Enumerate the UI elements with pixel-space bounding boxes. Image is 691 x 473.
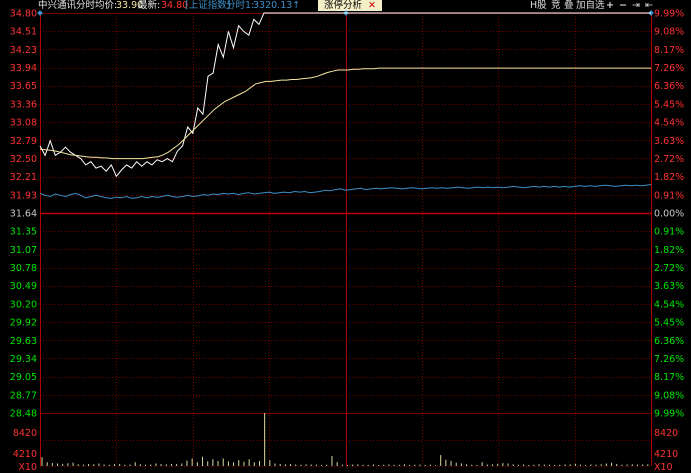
volume-tick-label-left: 4210 — [13, 449, 37, 460]
percent-tick-label: 2.72% — [654, 263, 684, 274]
price-tick-label: 31.07 — [10, 245, 37, 256]
price-tick-label: 32.79 — [10, 136, 37, 147]
price-tick-label: 34.51 — [10, 27, 37, 38]
price-tick-label: 33.94 — [10, 63, 37, 74]
price-tick-label: 29.92 — [10, 318, 37, 329]
chart-grid — [37, 10, 654, 467]
percent-tick-label: 3.63% — [654, 136, 684, 147]
price-line — [39, 12, 651, 178]
price-tick-label: 34.23 — [10, 45, 37, 56]
percent-tick-label: 4.54% — [654, 299, 684, 310]
percent-tick-label: 7.26% — [654, 354, 684, 365]
volume-tick-label-right: 4210 — [654, 449, 678, 460]
percent-tick-label: 0.91% — [654, 227, 684, 238]
percent-tick-label: 4.54% — [654, 118, 684, 129]
percent-tick-label: 9.08% — [654, 27, 684, 38]
price-tick-label: 28.77 — [10, 390, 37, 401]
price-tick-label: 29.34 — [10, 354, 37, 365]
price-tick-label: 33.08 — [10, 118, 37, 129]
price-tick-label: 34.80 — [10, 9, 37, 20]
volume-tick-label-right: X10 — [654, 462, 673, 473]
index-line — [39, 184, 652, 199]
volume-tick-label-right: 8420 — [654, 428, 678, 439]
price-tick-label: 30.78 — [10, 263, 37, 274]
percent-tick-label: 3.63% — [654, 281, 684, 292]
percent-axis-right: 9.99% 9.08% 8.17% 7.26% 6.36% 5.45% 4.54% 3.63%… — [654, 9, 684, 420]
percent-tick-label: 9.99% — [654, 409, 684, 420]
price-tick-label: 33.65 — [10, 81, 37, 92]
percent-tick-label: 8.17% — [654, 45, 684, 56]
price-tick-label: 28.48 — [10, 409, 37, 420]
percent-tick-label: 7.26% — [654, 63, 684, 74]
price-tick-label: 32.50 — [10, 154, 37, 165]
percent-tick-label: 2.72% — [654, 154, 684, 165]
percent-tick-label: 1.82% — [654, 172, 684, 183]
price-tick-label: 31.93 — [10, 190, 37, 201]
time-marker-icon — [37, 10, 43, 16]
percent-tick-label: 6.36% — [654, 81, 684, 92]
percent-tick-label: 5.45% — [654, 318, 684, 329]
percent-tick-label: 8.17% — [654, 372, 684, 383]
price-tick-label: 31.64 — [10, 209, 37, 220]
price-tick-label: 32.21 — [10, 172, 37, 183]
intraday-chart[interactable]: 34.80 34.51 34.23 33.94 33.65 33.36 33.08 32.79… — [0, 0, 691, 473]
percent-tick-label: 1.82% — [654, 245, 684, 256]
volume-tick-label-left: X10 — [18, 462, 37, 473]
avg-price-line — [39, 67, 651, 160]
volume-bars — [41, 413, 649, 466]
volume-tick-label-left: 8420 — [13, 428, 37, 439]
price-lines — [39, 12, 652, 199]
price-tick-label: 29.63 — [10, 336, 37, 347]
price-tick-label: 29.05 — [10, 372, 37, 383]
percent-tick-label: 6.36% — [654, 336, 684, 347]
price-tick-label: 31.35 — [10, 227, 37, 238]
price-axis-left: 34.80 34.51 34.23 33.94 33.65 33.36 33.08 32.79… — [10, 9, 37, 420]
percent-tick-label: 9.99% — [654, 9, 684, 20]
percent-tick-label: 5.45% — [654, 99, 684, 110]
price-tick-label: 33.36 — [10, 99, 37, 110]
percent-tick-label: 9.08% — [654, 390, 684, 401]
price-tick-label: 30.20 — [10, 299, 37, 310]
price-tick-label: 30.49 — [10, 281, 37, 292]
percent-tick-label: 0.00% — [654, 209, 684, 220]
percent-tick-label: 0.91% — [654, 190, 684, 201]
